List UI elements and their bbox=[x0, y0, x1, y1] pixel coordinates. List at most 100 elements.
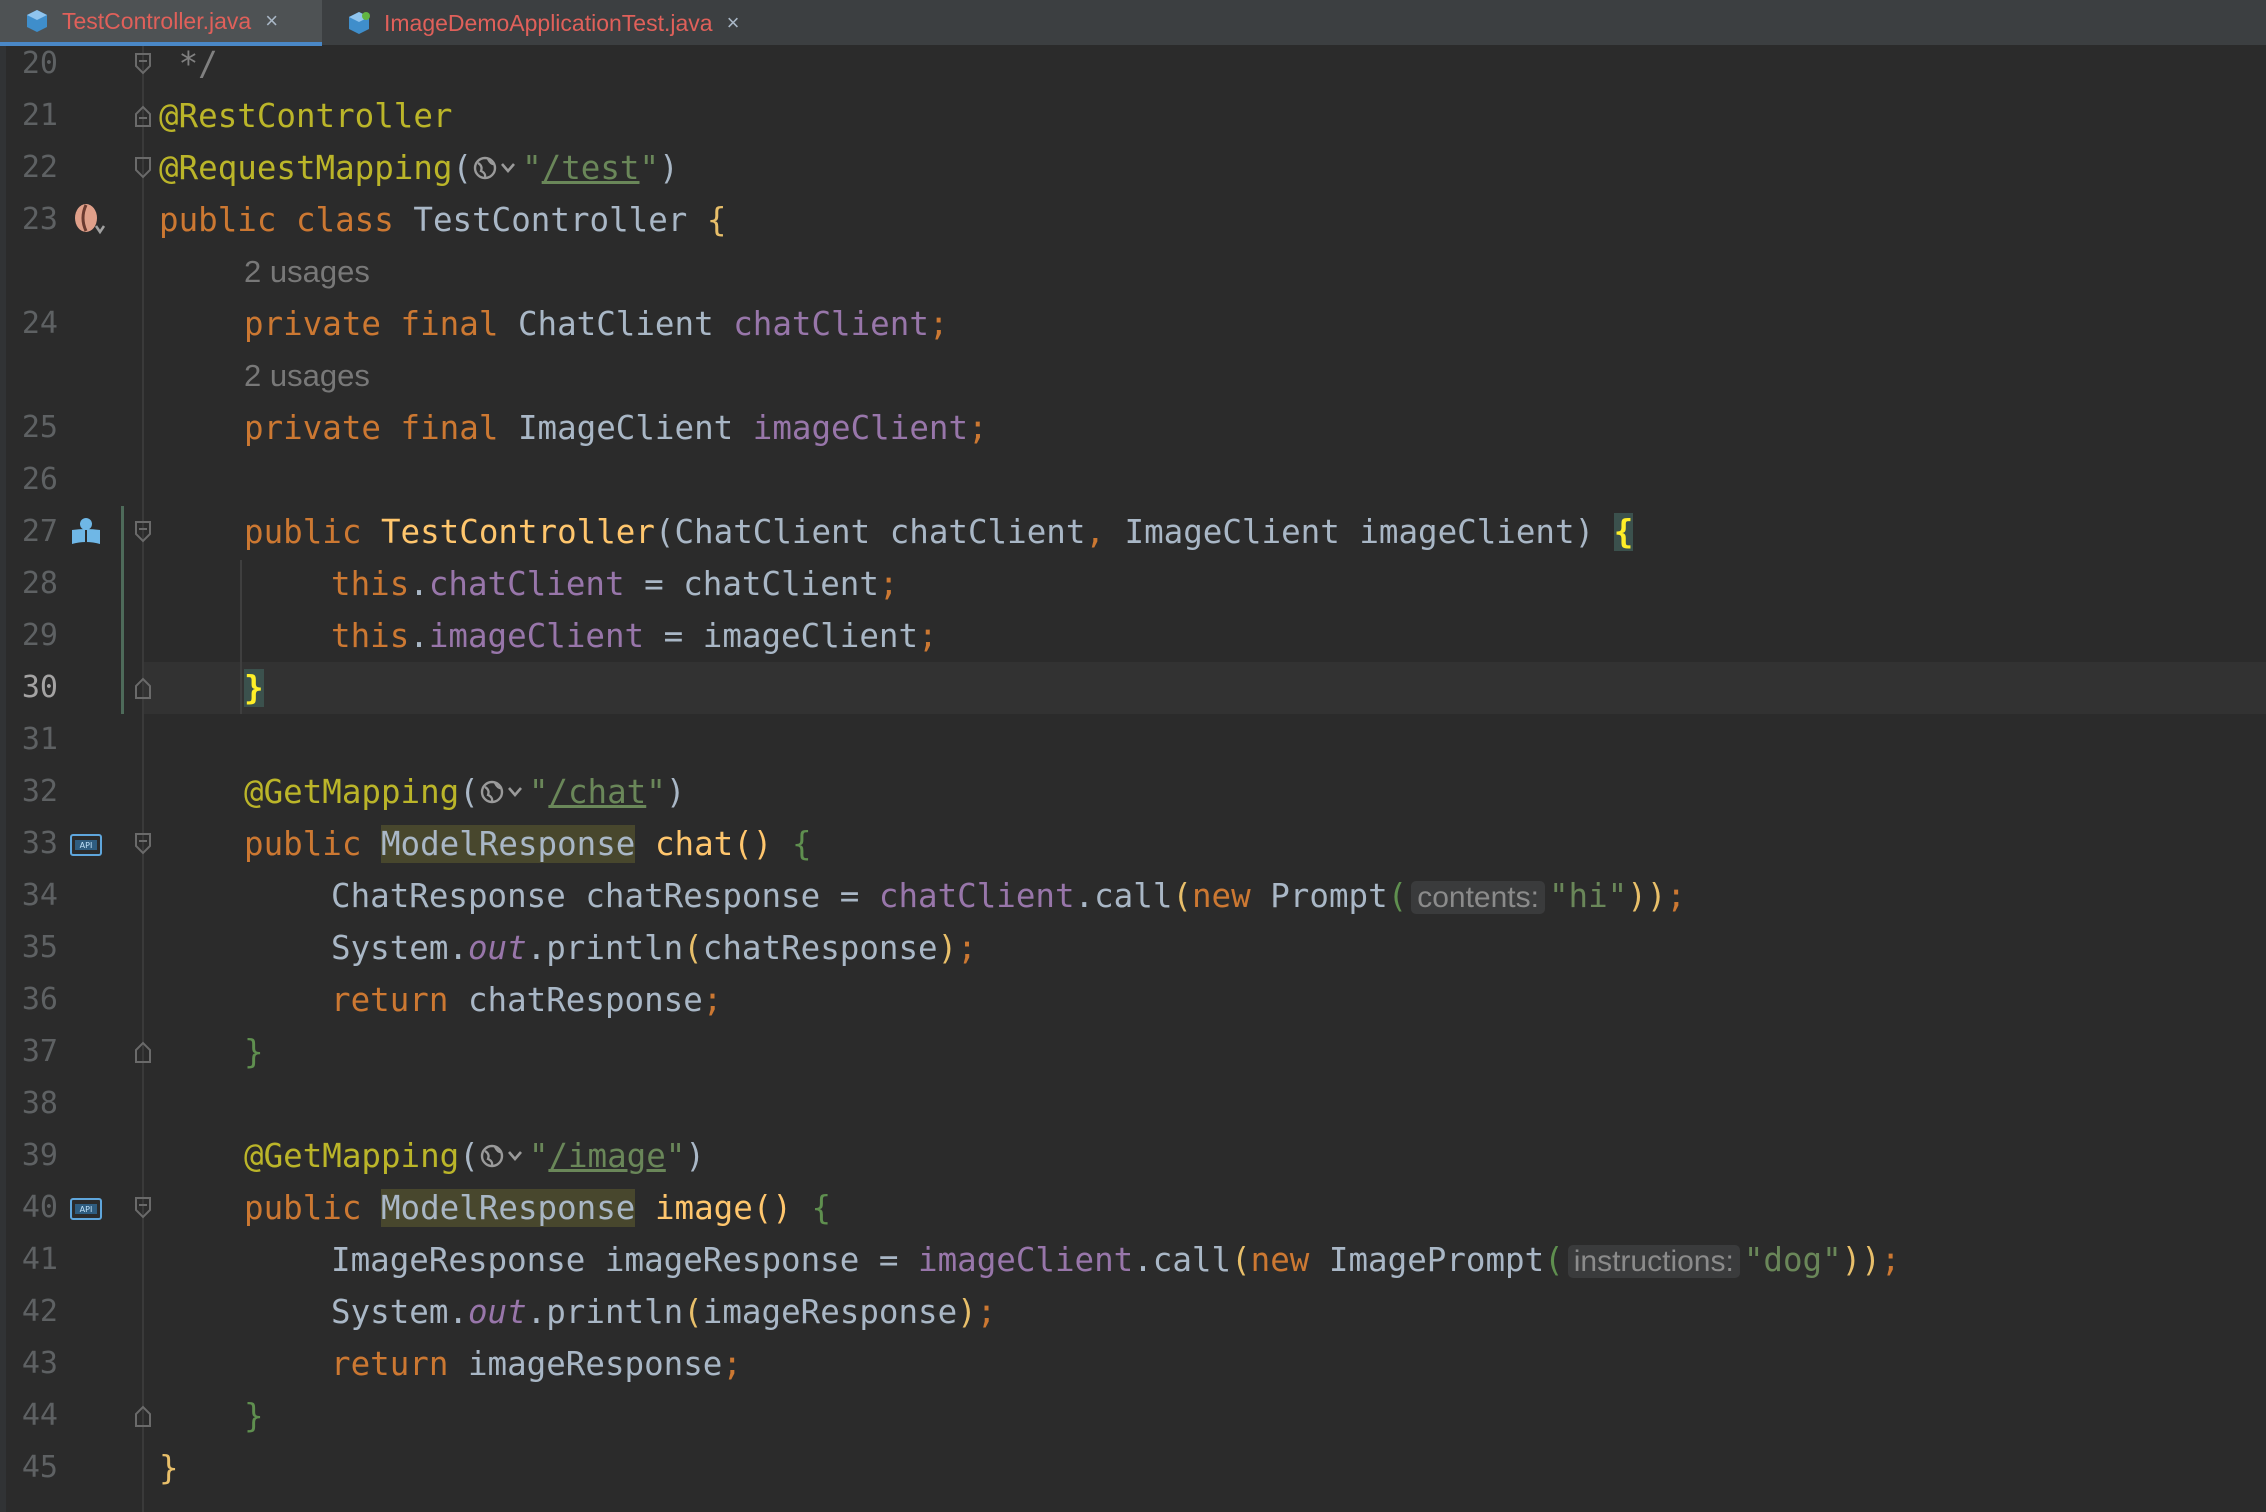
semicolon: ; bbox=[878, 565, 899, 603]
line-number: 24 bbox=[21, 306, 58, 341]
url-link[interactable]: /test bbox=[542, 149, 640, 187]
code-line[interactable]: 40 API public ModelResponse image() { bbox=[0, 1182, 2266, 1234]
annotation: @RestController bbox=[159, 97, 453, 135]
usages-hint-row[interactable]: 2 usages bbox=[0, 350, 2266, 402]
spring-bean-icon[interactable] bbox=[70, 202, 106, 238]
code-line[interactable]: 31 bbox=[0, 714, 2266, 766]
paren: ( bbox=[452, 149, 473, 187]
paren: () bbox=[733, 825, 773, 863]
code-line[interactable]: 38 bbox=[0, 1078, 2266, 1130]
keyword: return bbox=[331, 981, 449, 1019]
code-line[interactable]: 32 @GetMapping("/chat") bbox=[0, 766, 2266, 818]
class-ref: System. bbox=[331, 929, 468, 967]
code-line[interactable]: 44 } bbox=[0, 1390, 2266, 1442]
static-field: out bbox=[467, 929, 527, 967]
line-number: 20 bbox=[21, 46, 58, 81]
semicolon: ; bbox=[928, 305, 949, 343]
api-endpoint-icon[interactable]: API bbox=[70, 834, 102, 856]
code-line[interactable]: 26 bbox=[0, 454, 2266, 506]
code-line[interactable]: 34 ChatResponse chatResponse = chatClien… bbox=[0, 870, 2266, 922]
code-line[interactable]: 20 */ bbox=[0, 38, 2266, 90]
line-number: 21 bbox=[21, 98, 58, 133]
field-name: chatClient bbox=[878, 877, 1075, 915]
paren: ( bbox=[683, 929, 703, 967]
code-line[interactable]: 22 @RequestMapping("/test") bbox=[0, 142, 2266, 194]
api-endpoint-icon[interactable]: API bbox=[70, 1198, 102, 1220]
class-name: ImagePrompt bbox=[1309, 1241, 1545, 1279]
paren: ( bbox=[1387, 877, 1408, 915]
keyword: public bbox=[244, 513, 362, 551]
usages-hint[interactable]: 2 usages bbox=[244, 246, 370, 298]
line-number: 38 bbox=[21, 1086, 58, 1121]
quote: " bbox=[528, 773, 549, 811]
fold-marker-icon[interactable] bbox=[133, 520, 153, 544]
paren: ) bbox=[937, 929, 958, 967]
brace-match: { bbox=[1613, 513, 1634, 551]
code-line[interactable]: 27 public TestController(ChatClient chat… bbox=[0, 506, 2266, 558]
tab-label: ImageDemoApplicationTest.java bbox=[384, 9, 713, 36]
code-line[interactable]: 42 System.out.println(imageResponse); bbox=[0, 1286, 2266, 1338]
svg-text:API: API bbox=[80, 841, 93, 850]
line-number: 34 bbox=[21, 878, 58, 913]
code-line[interactable]: 36 return chatResponse; bbox=[0, 974, 2266, 1026]
line-number: 33 bbox=[21, 826, 58, 861]
code-line[interactable]: 45 } bbox=[0, 1442, 2266, 1494]
code-line[interactable]: 24 private final ChatClient chatClient; bbox=[0, 298, 2266, 350]
web-globe-icon[interactable] bbox=[472, 151, 522, 185]
semicolon: ; bbox=[702, 981, 723, 1019]
code-line[interactable]: 35 System.out.println(chatResponse); bbox=[0, 922, 2266, 974]
web-globe-icon[interactable] bbox=[479, 775, 529, 809]
url-link[interactable]: /chat bbox=[548, 773, 646, 811]
line-number: 22 bbox=[21, 150, 58, 185]
variable: imageResponse bbox=[448, 1345, 723, 1383]
fold-marker-icon[interactable] bbox=[133, 1040, 153, 1064]
parameter-hint: contents: bbox=[1411, 881, 1545, 914]
code-line[interactable]: 29 this.imageClient = imageClient; bbox=[0, 610, 2266, 662]
keyword: private bbox=[244, 305, 381, 343]
fold-marker-icon[interactable] bbox=[133, 832, 153, 856]
code-line-current[interactable]: 30 } bbox=[0, 662, 2266, 714]
code-line[interactable]: 43 return imageResponse; bbox=[0, 1338, 2266, 1390]
string-literal: "hi" bbox=[1548, 877, 1628, 915]
spring-bean-icon[interactable] bbox=[70, 516, 104, 548]
variable: chatResponse bbox=[448, 981, 703, 1019]
fold-marker-icon[interactable] bbox=[133, 676, 153, 700]
code-line[interactable]: 21 @RestController bbox=[0, 90, 2266, 142]
semicolon: ; bbox=[976, 1293, 997, 1331]
code-line[interactable]: 25 private final ImageClient imageClient… bbox=[0, 402, 2266, 454]
code-line[interactable]: 33 API public ModelResponse chat() { bbox=[0, 818, 2266, 870]
code-line[interactable]: 37 } bbox=[0, 1026, 2266, 1078]
fold-marker-icon[interactable] bbox=[133, 1196, 153, 1220]
fold-marker-icon[interactable] bbox=[133, 104, 153, 128]
semicolon: ; bbox=[1880, 1241, 1901, 1279]
annotation: @GetMapping bbox=[244, 773, 460, 811]
code-line[interactable]: 41 ImageResponse imageResponse = imageCl… bbox=[0, 1234, 2266, 1286]
brace: { bbox=[791, 825, 812, 863]
svg-text:API: API bbox=[80, 1205, 93, 1214]
usages-hint-row[interactable]: 2 usages bbox=[0, 246, 2266, 298]
keyword: public bbox=[244, 1189, 362, 1227]
code-line[interactable]: 39 @GetMapping("/image") bbox=[0, 1130, 2266, 1182]
close-icon[interactable]: × bbox=[265, 8, 278, 34]
quote: " bbox=[639, 149, 660, 187]
code-line[interactable]: 23 public class TestController { bbox=[0, 194, 2266, 246]
web-globe-icon[interactable] bbox=[479, 1139, 529, 1173]
fold-marker-icon[interactable] bbox=[133, 52, 153, 76]
statement: ImageResponse imageResponse = bbox=[331, 1241, 918, 1279]
code-line[interactable]: 28 this.chatClient = chatClient; bbox=[0, 558, 2266, 610]
paren: ) bbox=[665, 773, 686, 811]
semicolon: ; bbox=[957, 929, 977, 967]
fold-marker-icon[interactable] bbox=[133, 156, 153, 180]
return-type: ModelResponse bbox=[380, 825, 636, 863]
return-type: ModelResponse bbox=[380, 1189, 636, 1227]
url-link[interactable]: /image bbox=[548, 1137, 665, 1175]
field-name: imageClient bbox=[918, 1241, 1134, 1279]
java-class-icon bbox=[27, 10, 47, 32]
paren: ( bbox=[459, 773, 479, 811]
usages-hint[interactable]: 2 usages bbox=[244, 350, 370, 402]
fold-marker-icon[interactable] bbox=[133, 1404, 153, 1428]
close-icon[interactable]: × bbox=[727, 10, 740, 36]
brace: } bbox=[244, 1033, 264, 1071]
method-call: .call bbox=[1074, 877, 1173, 915]
line-number: 26 bbox=[21, 462, 58, 497]
